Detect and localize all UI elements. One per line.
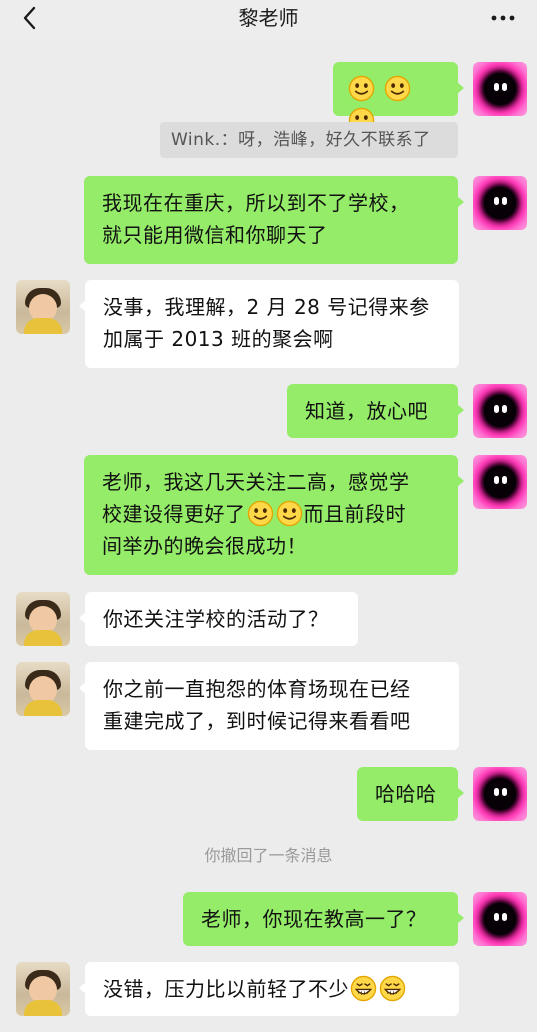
teacher-avatar[interactable] [16,962,70,1016]
more-options-icon[interactable] [489,6,517,30]
quoted-message[interactable]: Wink.：呀，浩峰，好久不联系了 [160,122,458,158]
message-line: 就只能用微信和你聊天了 [102,223,328,247]
message-line: 重建完成了，到时候记得来看看吧 [103,709,411,733]
smile-emoji-icon [275,500,304,527]
my-avatar[interactable] [473,455,527,509]
teacher-avatar[interactable] [16,592,70,646]
message-line: 我现在在重庆，所以到不了学校， [102,191,410,215]
my-avatar[interactable] [473,767,527,821]
smile-emoji-icon [383,75,412,102]
message-line: 你之前一直抱怨的体育场现在已经 [103,677,411,701]
teacher-avatar[interactable] [16,280,70,334]
my-avatar[interactable] [473,176,527,230]
message-line: 没事，我理解，2 月 28 号记得来参 [103,295,430,319]
chat-header: 黎老师 [0,0,537,38]
smile-emoji-icon [246,500,275,527]
my-avatar[interactable] [473,892,527,946]
smile-emoji-icon [347,75,383,102]
message-bubble-other[interactable]: 没错，压力比以前轻了不少 [79,962,459,1016]
message-line: 而且前段时 [303,502,406,526]
message-line: 知道，放心吧 [305,399,428,423]
message-bubble-me[interactable]: 老师，我这几天关注二高，感觉学 校建设得更好了 而且前段时 间举办的晚会很成功！ [84,455,464,575]
message-line: 你还关注学校的活动了？ [103,607,329,631]
message-line: 加属于 2013 班的聚会啊 [103,327,334,351]
message-line: 间举办的晚会很成功！ [102,534,307,558]
chat-title: 黎老师 [238,6,299,30]
grin-emoji-icon [349,975,378,1002]
message-line: 没错，压力比以前轻了不少 [103,977,349,1001]
message-bubble-me[interactable]: 我现在在重庆，所以到不了学校， 就只能用微信和你聊天了 [84,176,464,264]
recall-notice: 你撤回了一条消息 [204,846,333,865]
message-bubble-me[interactable]: 哈哈哈 [357,767,464,821]
message-line: 老师，你现在教高一了？ [201,907,427,931]
my-avatar[interactable] [473,62,527,116]
grin-emoji-icon [378,975,407,1002]
message-line: 校建设得更好了 [102,502,246,526]
message-bubble-other[interactable]: 你还关注学校的活动了？ [79,592,358,646]
message-bubble-me[interactable]: 知道，放心吧 [287,384,464,438]
message-line: 老师，我这几天关注二高，感觉学 [102,470,410,494]
teacher-avatar[interactable] [16,662,70,716]
message-bubble-me[interactable]: 老师，你现在教高一了？ [183,892,464,946]
message-bubble-me[interactable] [333,62,464,134]
message-bubble-other[interactable]: 没事，我理解，2 月 28 号记得来参 加属于 2013 班的聚会啊 [79,280,459,368]
message-bubble-other[interactable]: 你之前一直抱怨的体育场现在已经 重建完成了，到时候记得来看看吧 [79,662,459,750]
my-avatar[interactable] [473,384,527,438]
message-line: 哈哈哈 [375,782,437,806]
